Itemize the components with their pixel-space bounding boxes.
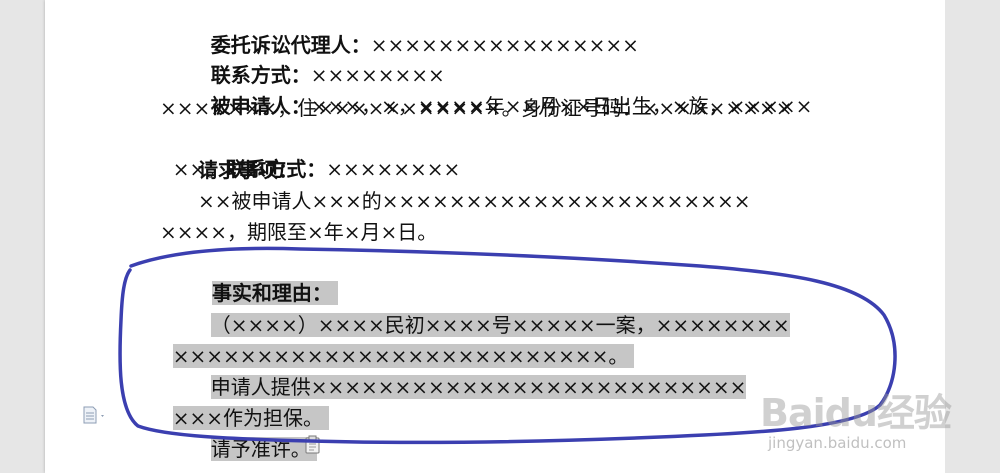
closing-line[interactable]: 请予准许。 bbox=[198, 404, 317, 461]
clipboard-icon[interactable] bbox=[304, 435, 322, 455]
baidu-watermark: Baidu经验 jingyan.baidu.com bbox=[760, 382, 960, 462]
facts-line-1[interactable]: （××××）××××民初××××号×××××一案，×××××××× bbox=[198, 280, 790, 337]
respondent-line-2: ×××××××，住×××××××××××。身份证号码：××××××××× bbox=[160, 96, 793, 120]
request-line-1: ××被申请人×××的×××××××××××××××××××××× bbox=[198, 189, 751, 213]
respondent-line-1: 被申请人：×××，×，××××年××月××日出生，×族，××××× bbox=[198, 61, 813, 118]
guarantee-line-2[interactable]: ×××作为担保。 bbox=[160, 373, 329, 430]
facts-line-2[interactable]: ××××××××××××××××××××××××××。 bbox=[160, 311, 635, 368]
guarantee-line-1[interactable]: 申请人提供×××××××××××××××××××××××××× bbox=[198, 342, 747, 399]
respondent-contact-value: ×××××××× bbox=[326, 157, 461, 181]
agent-line: 委托诉讼代理人：×××××××××××××××× bbox=[198, 0, 639, 57]
closing-line-text: 请予准许。 bbox=[210, 437, 317, 461]
document-icon[interactable] bbox=[82, 406, 112, 426]
agent-contact-line: 联系方式：×××××××× bbox=[198, 30, 445, 87]
request-line-2: ××××，期限至×年×月×日。 bbox=[160, 220, 438, 244]
facts-heading[interactable]: 事实和理由： bbox=[198, 248, 338, 305]
watermark-url: jingyan.baidu.com bbox=[768, 434, 907, 452]
watermark-logo: Baidu经验 bbox=[760, 391, 952, 435]
respondent-line-3: ××。联系方式：×××××××× bbox=[160, 124, 461, 181]
request-heading: 请求事项： bbox=[198, 158, 298, 182]
